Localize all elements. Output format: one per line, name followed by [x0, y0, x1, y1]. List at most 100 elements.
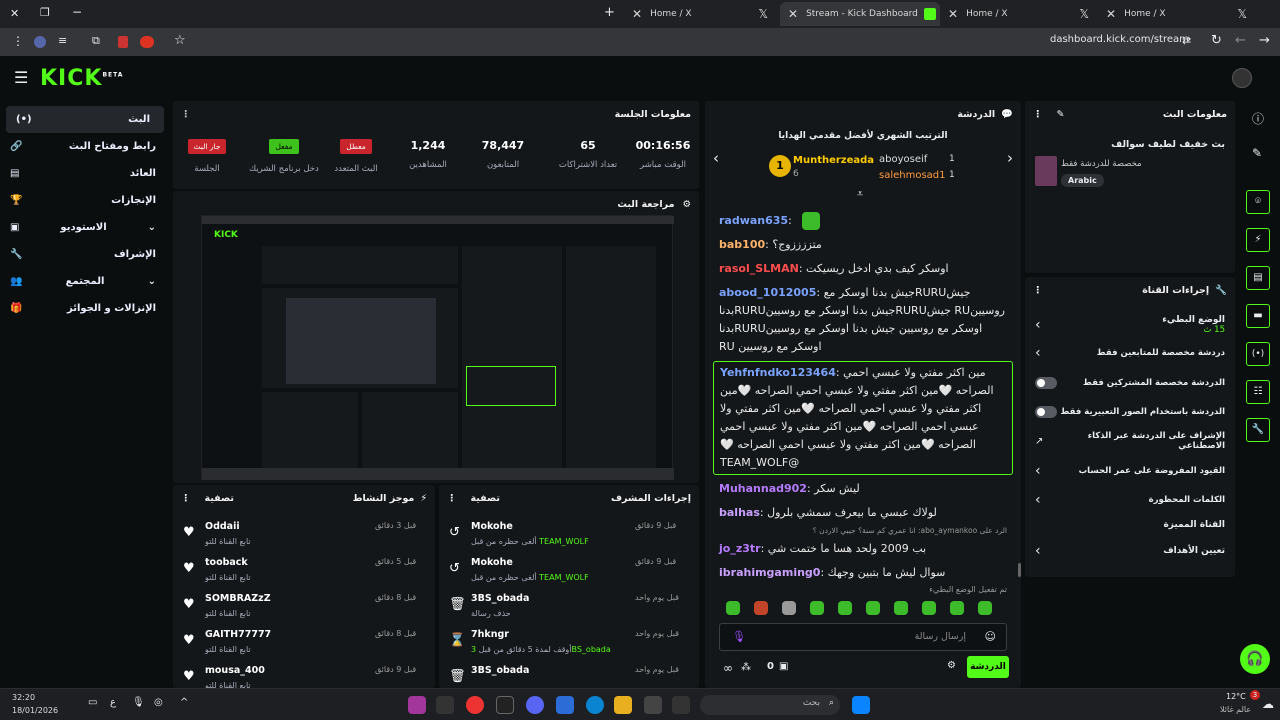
emote-icon[interactable] [894, 601, 908, 615]
app-icon[interactable] [672, 696, 690, 714]
more-icon[interactable]: ⋮ [1033, 285, 1043, 296]
edit-icon[interactable]: ✎ [1252, 146, 1262, 160]
emote-icon[interactable] [950, 601, 964, 615]
chat-input[interactable]: 🎙 إرسال رسالة ☺ [719, 623, 1007, 651]
toggle-switch[interactable] [1035, 406, 1057, 418]
more-icon[interactable]: ⋮ [181, 109, 191, 120]
chat-message[interactable]: Muhannad902: ليش سكر [705, 477, 1021, 501]
window-minimize-icon[interactable]: − [72, 5, 82, 19]
more-icon[interactable]: ⋮ [181, 493, 191, 504]
chat-username[interactable]: balhas [719, 506, 760, 519]
emote-icon[interactable] [754, 601, 768, 615]
leader-name[interactable]: Muntherzeada [793, 155, 874, 166]
search-input[interactable]: بحث ⌕ [700, 695, 840, 715]
chevron-right-icon[interactable]: › [1007, 149, 1013, 167]
sidebar-item-stream-key[interactable]: 🔗 رابط ومفتاح البث [0, 133, 170, 160]
sidebar-item-community[interactable]: 👥 المجتمع ⌄ [0, 268, 170, 295]
browser-tab[interactable]: ✕ Home / X 𝕏 [624, 2, 774, 26]
emote-icon[interactable] [866, 601, 880, 615]
chat-message[interactable]: rasol_SLMAN: اوسكر كيف بدي ادخل ريسيكت [705, 257, 1021, 281]
weather-temp[interactable]: 12°C [1226, 692, 1246, 701]
chat-message[interactable]: radwan635: [705, 209, 1021, 233]
emote-icon[interactable] [978, 601, 992, 615]
set-goals-row[interactable]: تعيين الأهداف › [1025, 542, 1235, 560]
collapse-icon[interactable]: ⩡ [857, 187, 863, 201]
settings-icon[interactable]: ⚙ [947, 660, 956, 671]
emoji-icon[interactable]: ☺ [985, 630, 996, 643]
sidebar-item-studio[interactable]: ▣ الاستوديو ⌄ [0, 214, 170, 241]
settings-icon[interactable]: ⚙ [682, 199, 691, 210]
chevron-left-icon[interactable]: ‹ [713, 149, 719, 167]
leader-name[interactable]: aboyoseif [879, 154, 927, 165]
url-text[interactable]: dashboard.kick.com/stream [1050, 34, 1189, 45]
info-icon[interactable]: ⓘ [1252, 110, 1264, 127]
chat-username[interactable]: Muhannad902 [719, 482, 807, 495]
chat-message[interactable]: balhas: لولاك عبسي ما بيعرف سمشي بلرول [705, 501, 1021, 525]
chat-bubble-icon[interactable]: ▬ [1246, 304, 1270, 328]
channel-setting-row[interactable]: الدردشة مخصصة المشتركين فقط [1025, 373, 1235, 393]
support-icon[interactable]: 🎧 [1240, 644, 1270, 674]
more-icon[interactable]: ⋮ [1033, 109, 1043, 120]
wrench-icon[interactable]: 🔧 [1246, 418, 1270, 442]
activity-item[interactable]: قبل 3 دقائق ♥ Oddaii تابع القناة للتو [173, 517, 435, 553]
notification-icon[interactable]: ▭ [88, 697, 97, 708]
emote-icon[interactable] [810, 601, 824, 615]
users-icon[interactable]: ☷ [1246, 380, 1270, 404]
adblock-icon[interactable] [140, 36, 154, 48]
sidebar-item-drops[interactable]: 🎁 الإنزالات و الجوائز [0, 295, 170, 322]
chat-username[interactable]: radwan635 [719, 214, 788, 227]
toggle-switch[interactable] [1035, 377, 1057, 389]
hamburger-icon[interactable]: ☰ [14, 68, 28, 87]
store-icon[interactable] [556, 696, 574, 714]
channel-setting-row[interactable]: دردشة مخصصة للمتابعين فقط › [1025, 343, 1235, 363]
mic-icon[interactable]: 🎙 [732, 630, 746, 643]
app-icon[interactable] [436, 696, 454, 714]
browser-tab[interactable]: ✕ Home / X 𝕏 [1098, 2, 1253, 26]
puzzle-icon[interactable]: ⧉ [92, 34, 100, 48]
emote-icon[interactable] [922, 601, 936, 615]
chat-username[interactable]: ibrahimgaming0 [719, 566, 820, 579]
broadcast-icon[interactable]: (•) [1246, 342, 1270, 366]
stream-video[interactable]: KICK [201, 215, 674, 480]
chat-username[interactable]: bab100 [719, 238, 765, 251]
channel-setting-row[interactable]: القيود المفروضة على عمر الحساب › [1025, 461, 1235, 481]
chrome-icon[interactable] [466, 696, 484, 714]
sidebar-item-achievements[interactable]: 🏆 الإنجازات [0, 187, 170, 214]
sidebar-item-revenue[interactable]: ▤ العائد [0, 160, 170, 187]
terminal-icon[interactable] [496, 696, 514, 714]
network-icon[interactable]: ◎ [154, 697, 163, 708]
clock-time[interactable]: 32:20 [12, 693, 35, 702]
leader-name[interactable]: salehmosad1 [879, 170, 946, 181]
emote-icon[interactable] [838, 601, 852, 615]
emote-icon[interactable] [726, 601, 740, 615]
clip-icon[interactable]: ⌾ [1246, 190, 1270, 214]
users-icon[interactable]: ⁂ [741, 662, 751, 673]
close-tab-icon[interactable]: ✕ [788, 7, 798, 21]
emote-icon[interactable] [782, 601, 796, 615]
minimize-icon[interactable]: ✕ [10, 7, 19, 20]
restore-icon[interactable]: ❐ [40, 6, 50, 19]
mic-icon[interactable]: 🎙 [132, 697, 145, 708]
chat-username[interactable]: jo_z3tr [719, 542, 761, 555]
mod-action-item[interactable]: قبل يوم واحد ⌛ 7hkngr أوقف لمدة 5 دقائق … [439, 625, 699, 661]
slow-mode-setting[interactable]: الوضع البطيء 15 ث › [1025, 311, 1235, 339]
app-icon[interactable] [408, 696, 426, 714]
kick-logo[interactable]: KICKBETA [40, 66, 123, 91]
browser-tab-active[interactable]: ✕ Stream - Kick Dashboard [780, 2, 940, 26]
discord-icon[interactable] [526, 696, 544, 714]
filter-button[interactable]: تصفية [205, 493, 234, 504]
mod-action-item[interactable]: قبل يوم واحد 🗑 3BS_obada حذف رسالة [439, 589, 699, 625]
activity-item[interactable]: قبل 8 دقائق ♥ GAITH77777 تابع القناة للت… [173, 625, 435, 661]
gift-icon[interactable]: ▣ [779, 661, 788, 672]
channel-setting-row[interactable]: الإشراف على الدردشة عبر الذكاء الاصطناعي… [1025, 431, 1235, 451]
chat-message[interactable]: jo_z3tr: بب 2009 ولحد هسا ما ختمت شي [705, 537, 1021, 561]
back-icon[interactable]: → [1259, 33, 1270, 48]
close-tab-icon[interactable]: ✕ [1106, 7, 1116, 21]
avatar[interactable] [1232, 68, 1252, 88]
channel-setting-row[interactable]: الدردشة باستخدام الصور التعبيرية فقط [1025, 402, 1235, 422]
channel-setting-row[interactable]: الكلمات المحظورة › [1025, 490, 1235, 510]
sidebar-item-moderation[interactable]: 🔧 الإشراف [0, 241, 170, 268]
bookmark-star-icon[interactable]: ☆ [174, 33, 186, 48]
new-tab-icon[interactable]: + [604, 5, 615, 20]
extension-icon[interactable] [34, 36, 46, 48]
